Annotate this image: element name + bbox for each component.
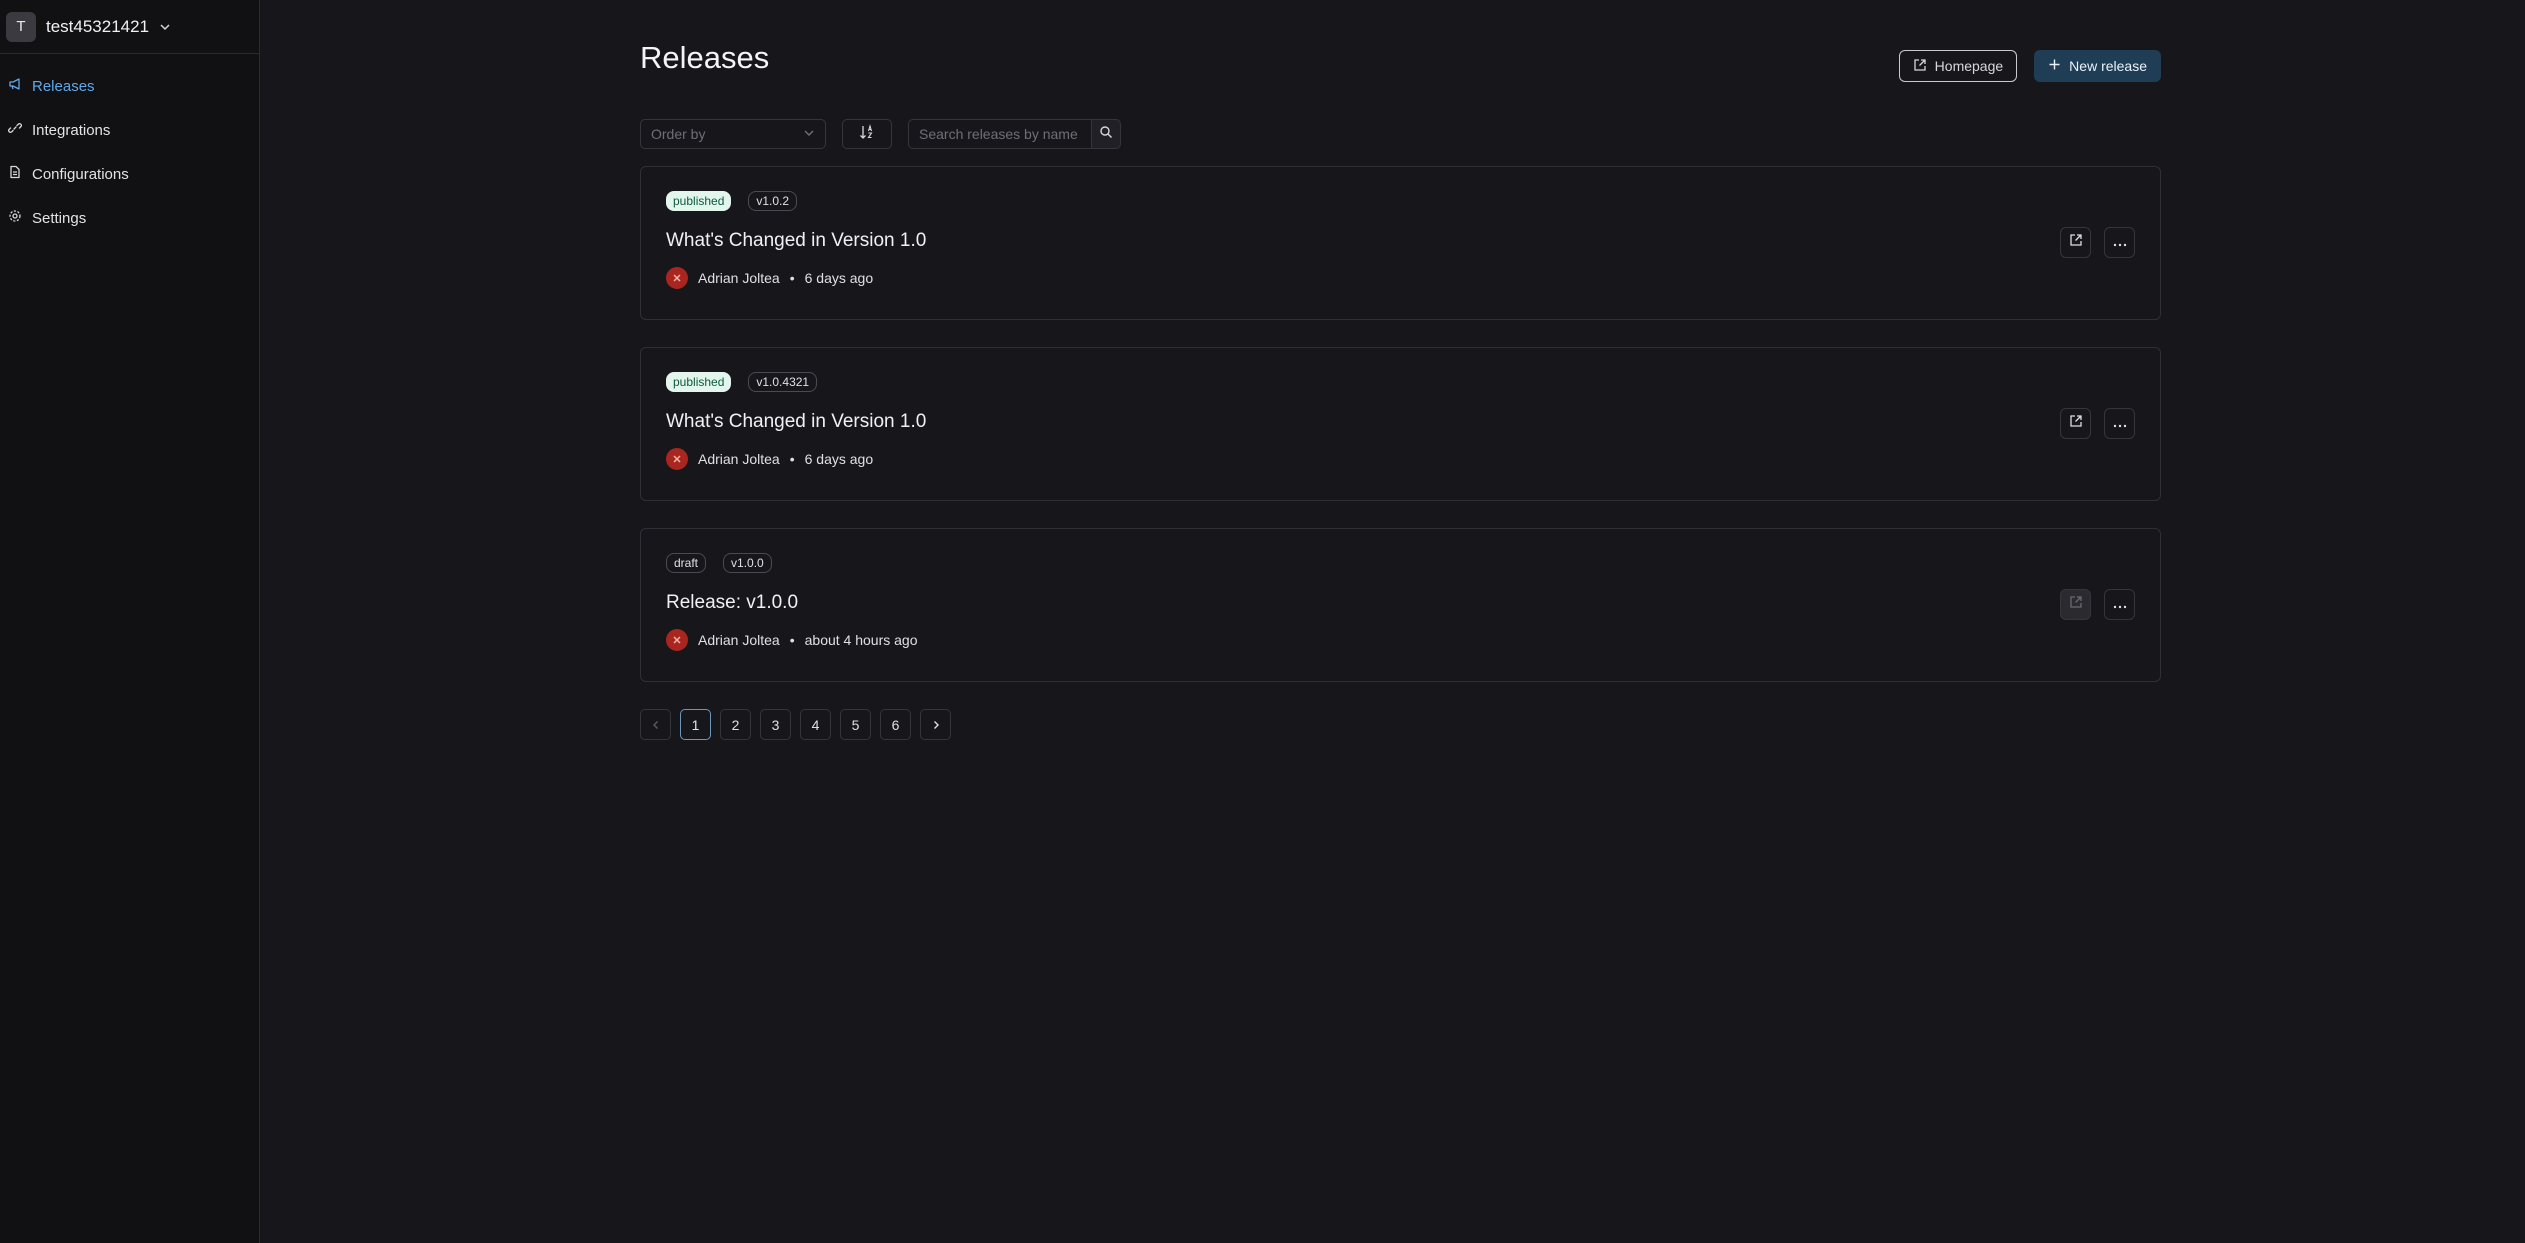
sidebar-nav: Releases Integrations Configurations Set… xyxy=(0,54,259,240)
homepage-label: Homepage xyxy=(1934,58,2004,74)
new-release-label: New release xyxy=(2069,58,2147,74)
pagination: 1 2 3 4 5 6 xyxy=(640,709,2161,740)
ellipsis-icon xyxy=(2113,234,2127,252)
status-badge: published xyxy=(666,191,732,211)
page-header: Releases Homepage New release xyxy=(640,0,2161,110)
toolbar: Order by xyxy=(640,117,2161,151)
sidebar-item-configurations[interactable]: Configurations xyxy=(0,152,259,196)
sidebar-item-label: Releases xyxy=(32,77,95,95)
separator-dot: • xyxy=(789,451,795,467)
avatar xyxy=(666,629,688,651)
release-title: What's Changed in Version 1.0 xyxy=(666,411,927,432)
megaphone-icon xyxy=(8,77,22,95)
external-link-icon xyxy=(2069,233,2083,252)
order-by-select[interactable]: Order by xyxy=(640,119,826,149)
page-button[interactable]: 2 xyxy=(720,709,751,740)
sidebar-item-label: Settings xyxy=(32,209,87,227)
release-time: 6 days ago xyxy=(804,270,874,286)
more-options-button[interactable] xyxy=(2104,589,2135,620)
sort-ascending-icon xyxy=(859,123,875,145)
previous-page-button[interactable] xyxy=(640,709,671,740)
avatar xyxy=(666,448,688,470)
ellipsis-icon xyxy=(2113,596,2127,614)
version-badge: v1.0.2 xyxy=(748,191,798,211)
page-button[interactable]: 1 xyxy=(680,709,711,740)
release-card[interactable]: published v1.0.2 What's Changed in Versi… xyxy=(640,166,2161,320)
main-content: Releases Homepage New release Order by S… xyxy=(260,0,2525,1243)
link-icon xyxy=(8,121,22,139)
open-release-button[interactable] xyxy=(2060,408,2091,439)
sidebar-item-label: Configurations xyxy=(32,165,129,183)
external-link-icon xyxy=(1913,58,1927,75)
workspace-switcher[interactable]: T test45321421 xyxy=(0,0,259,54)
open-release-button[interactable] xyxy=(2060,227,2091,258)
chevron-down-icon xyxy=(159,21,171,33)
page-title: Releases xyxy=(640,40,770,75)
page-button[interactable]: 6 xyxy=(880,709,911,740)
release-card[interactable]: published v1.0.4321 What's Changed in Ve… xyxy=(640,347,2161,501)
sort-direction-button[interactable] xyxy=(842,119,892,149)
release-card[interactable]: draft v1.0.0 Release: v1.0.0 Adrian Jolt… xyxy=(640,528,2161,682)
status-badge: draft xyxy=(666,553,707,573)
version-badge: v1.0.0 xyxy=(723,553,772,573)
release-author: Adrian Joltea xyxy=(698,632,780,648)
release-time: about 4 hours ago xyxy=(804,632,918,648)
search-input[interactable] xyxy=(908,119,1091,149)
workspace-avatar: T xyxy=(6,11,36,42)
new-release-button[interactable]: New release xyxy=(2034,50,2161,82)
chevron-down-icon xyxy=(803,126,815,142)
external-link-icon xyxy=(2069,414,2083,433)
separator-dot: • xyxy=(789,632,795,648)
workspace-name: test45321421 xyxy=(46,16,150,36)
page-button[interactable]: 5 xyxy=(840,709,871,740)
next-page-button[interactable] xyxy=(920,709,951,740)
sidebar-item-releases[interactable]: Releases xyxy=(0,64,259,108)
plus-icon xyxy=(2048,58,2061,74)
page-button[interactable]: 3 xyxy=(760,709,791,740)
more-options-button[interactable] xyxy=(2104,227,2135,258)
gear-icon xyxy=(8,209,22,227)
version-badge: v1.0.4321 xyxy=(748,372,818,392)
sidebar: T test45321421 Releases Integrations Con… xyxy=(0,0,260,1243)
separator-dot: • xyxy=(789,270,795,286)
chevron-left-icon xyxy=(651,717,661,733)
release-title: What's Changed in Version 1.0 xyxy=(666,230,927,251)
sidebar-item-settings[interactable]: Settings xyxy=(0,196,259,240)
ellipsis-icon xyxy=(2113,415,2127,433)
release-title: Release: v1.0.0 xyxy=(666,592,799,613)
external-link-icon xyxy=(2069,595,2083,614)
sidebar-item-label: Integrations xyxy=(32,121,111,139)
avatar xyxy=(666,267,688,289)
chevron-right-icon xyxy=(931,717,941,733)
release-author: Adrian Joltea xyxy=(698,451,780,467)
search-icon xyxy=(1099,125,1113,144)
status-badge: published xyxy=(666,372,732,392)
release-author: Adrian Joltea xyxy=(698,270,780,286)
open-release-button[interactable] xyxy=(2060,589,2091,620)
search-button[interactable] xyxy=(1091,119,1121,149)
homepage-button[interactable]: Homepage xyxy=(1898,50,2018,82)
file-icon xyxy=(8,165,22,183)
more-options-button[interactable] xyxy=(2104,408,2135,439)
release-time: 6 days ago xyxy=(804,451,874,467)
release-list: published v1.0.2 What's Changed in Versi… xyxy=(640,166,2161,682)
order-by-placeholder: Order by xyxy=(651,126,706,142)
search-box xyxy=(908,119,1121,149)
sidebar-item-integrations[interactable]: Integrations xyxy=(0,108,259,152)
page-button[interactable]: 4 xyxy=(800,709,831,740)
